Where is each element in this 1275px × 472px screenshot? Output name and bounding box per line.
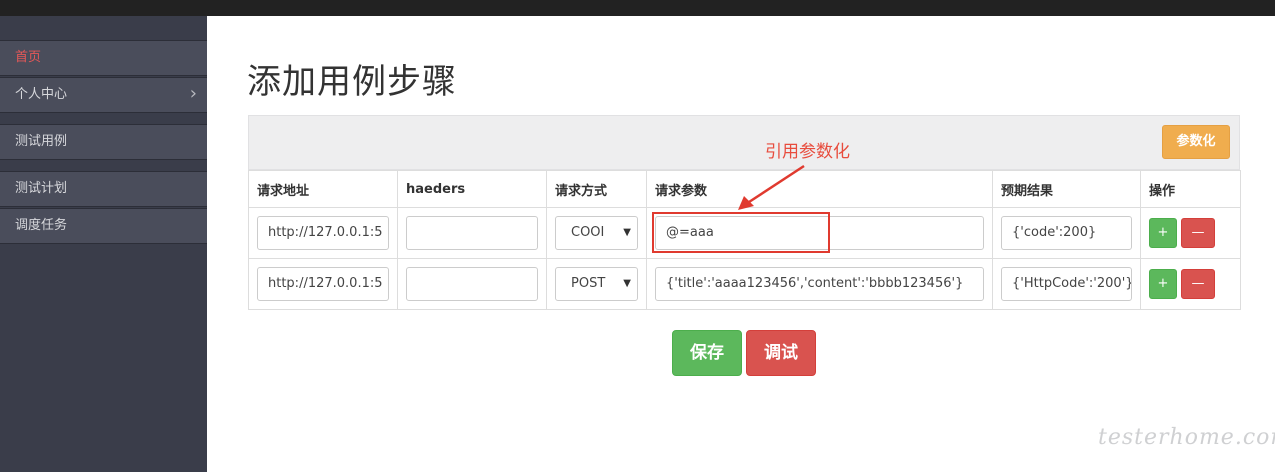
cell-headers <box>397 207 547 259</box>
sidebar-item-scheduled-tasks[interactable]: 调度任务 <box>0 208 207 244</box>
watermark: testerhome.com <box>1098 425 1275 450</box>
method-select[interactable]: POST ▼ <box>555 267 638 301</box>
sidebar-item-label: 测试用例 <box>15 134 68 149</box>
cell-expected: {'code':200} <box>992 207 1141 259</box>
top-bar <box>0 0 1275 16</box>
column-header-actions: 操作 <box>1140 170 1241 208</box>
page-title: 添加用例步骤 <box>247 62 457 102</box>
caret-down-icon: ▼ <box>623 278 631 289</box>
column-header-params: 请求参数 <box>646 170 993 208</box>
expected-input[interactable]: {'HttpCode':'200'} <box>1001 267 1132 301</box>
table-row: http://127.0.0.1:5 POST ▼ {'title':'aaaa1… <box>248 258 1241 310</box>
save-button[interactable]: 保存 <box>672 330 742 376</box>
sidebar-item-label: 个人中心 <box>15 87 68 102</box>
add-row-button[interactable]: + <box>1149 269 1177 299</box>
sidebar: 首页 个人中心 › 测试用例 测试计划 调度任务 <box>0 16 207 472</box>
column-header-expected: 预期结果 <box>992 170 1141 208</box>
sidebar-item-home[interactable]: 首页 <box>0 40 207 76</box>
caret-down-icon: ▼ <box>623 227 631 238</box>
annotation-arrow-icon <box>738 164 805 210</box>
chevron-right-icon: › <box>189 83 197 104</box>
delete-row-button[interactable]: — <box>1181 218 1215 248</box>
expected-input[interactable]: {'code':200} <box>1001 216 1132 250</box>
delete-row-button[interactable]: — <box>1181 269 1215 299</box>
sidebar-item-label: 首页 <box>15 50 42 65</box>
cell-expected: {'HttpCode':'200'} <box>992 258 1141 310</box>
url-input[interactable]: http://127.0.0.1:5 <box>257 267 389 301</box>
parameterize-button[interactable]: 参数化 <box>1162 125 1230 159</box>
debug-button[interactable]: 调试 <box>746 330 816 376</box>
method-value: POST <box>571 276 606 291</box>
add-row-button[interactable]: + <box>1149 218 1177 248</box>
row-actions: + — <box>1149 269 1232 299</box>
annotation-label: 引用参数化 <box>765 142 850 162</box>
cell-params: {'title':'aaaa123456','content':'bbbb123… <box>646 258 993 310</box>
cell-url: http://127.0.0.1:5 <box>248 258 398 310</box>
cell-url: http://127.0.0.1:5 <box>248 207 398 259</box>
url-input[interactable]: http://127.0.0.1:5 <box>257 216 389 250</box>
annotation-highlight-box <box>652 212 830 253</box>
row-actions: + — <box>1149 218 1232 248</box>
column-header-url: 请求地址 <box>248 170 398 208</box>
cell-method: COOI ▼ <box>546 207 647 259</box>
sidebar-item-label: 调度任务 <box>15 218 68 233</box>
sidebar-item-test-plans[interactable]: 测试计划 <box>0 171 207 207</box>
sidebar-item-test-cases[interactable]: 测试用例 <box>0 124 207 160</box>
sidebar-item-profile[interactable]: 个人中心 › <box>0 77 207 113</box>
sidebar-item-label: 测试计划 <box>15 181 68 196</box>
method-select[interactable]: COOI ▼ <box>555 216 638 250</box>
headers-input[interactable] <box>406 267 538 301</box>
cell-actions: + — <box>1140 207 1241 259</box>
column-header-method: 请求方式 <box>546 170 647 208</box>
cell-headers <box>397 258 547 310</box>
params-input[interactable]: {'title':'aaaa123456','content':'bbbb123… <box>655 267 984 301</box>
cell-actions: + — <box>1140 258 1241 310</box>
headers-input[interactable] <box>406 216 538 250</box>
method-value: COOI <box>571 225 605 240</box>
cell-method: POST ▼ <box>546 258 647 310</box>
column-header-headers: haeders <box>397 170 547 208</box>
